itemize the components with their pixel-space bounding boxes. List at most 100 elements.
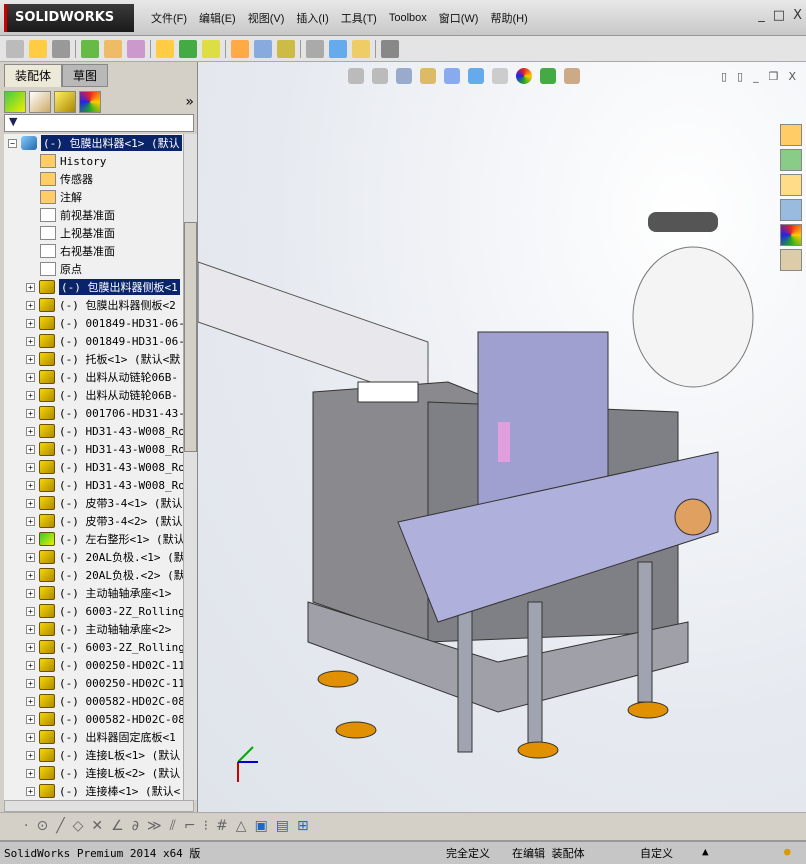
horizontal-scrollbar[interactable]	[4, 800, 194, 812]
tree-component-item[interactable]: (-) 连接棒<1> (默认<	[59, 783, 180, 799]
expand-toggle[interactable]: +	[26, 390, 35, 400]
expand-toggle[interactable]: +	[26, 606, 35, 616]
scroll-thumb[interactable]	[184, 222, 197, 452]
expand-toggle[interactable]: +	[26, 714, 35, 724]
tree-component-item[interactable]: (-) 6003-2Z_Rolling	[59, 605, 184, 618]
tree-component-item[interactable]: (-) 000250-HD02C-11-	[59, 659, 184, 672]
expand-toggle[interactable]: +	[26, 750, 35, 760]
tree-component-item[interactable]: (-) 001849-HD31-06-0	[59, 335, 184, 348]
tree-component-item[interactable]: (-) 连接L板<1> (默认	[59, 747, 180, 763]
expand-toggle[interactable]: +	[26, 660, 35, 670]
expand-toggle[interactable]: +	[26, 336, 35, 346]
toolbar-button-icon[interactable]	[127, 39, 145, 58]
circle-icon[interactable]: ⊙	[36, 818, 48, 834]
point-icon[interactable]: ·	[24, 818, 28, 834]
expand-toggle[interactable]: +	[26, 354, 35, 364]
3d-view-icon[interactable]: ▣	[255, 818, 268, 834]
collapse-toggle[interactable]: −	[8, 138, 17, 148]
property-manager-icon[interactable]	[29, 91, 51, 113]
tree-component-item[interactable]: (-) 20AL负极.<1> (默	[59, 549, 184, 565]
menu-item[interactable]: 编辑(E)	[193, 10, 242, 26]
expand-toggle[interactable]: +	[26, 498, 35, 508]
expand-toggle[interactable]: +	[26, 570, 35, 580]
tile-icon[interactable]: ⊞	[297, 818, 309, 834]
filter-icon[interactable]: ▼	[9, 115, 17, 128]
menu-item[interactable]: 视图(V)	[242, 10, 291, 26]
tree-component-item[interactable]: (-) HD31-43-W008_Rol	[59, 479, 184, 492]
expand-toggle[interactable]: +	[26, 678, 35, 688]
tree-component-item[interactable]: (-) 000582-HD02C-08-	[59, 713, 184, 726]
polygon-icon[interactable]: ◇	[73, 818, 84, 834]
tree-component-item[interactable]: (-) 出料从动链轮06B-	[59, 369, 178, 385]
expand-toggle[interactable]: +	[26, 300, 35, 310]
tab-assembly[interactable]: 装配体	[4, 64, 63, 87]
tree-scrollbar[interactable]	[183, 134, 197, 800]
tree-root-assembly[interactable]: (-) 包膜出料器<1> (默认	[41, 135, 182, 151]
toolbar-button-icon[interactable]	[81, 39, 99, 58]
tree-component-item[interactable]: (-) 左右整形<1> (默认	[59, 531, 184, 547]
expand-toggle[interactable]: +	[26, 588, 35, 598]
tree-component-item[interactable]: (-) HD31-43-W008_Rol	[59, 443, 184, 456]
window-icon[interactable]: ▤	[276, 818, 289, 834]
expand-toggle[interactable]: +	[26, 444, 35, 454]
file-explorer-icon[interactable]	[780, 174, 802, 196]
tree-component-item[interactable]: (-) HD31-43-W008_Rol	[59, 425, 184, 438]
toolbar-button-icon[interactable]	[29, 39, 47, 58]
menu-item[interactable]: 工具(T)	[335, 10, 383, 26]
expand-toggle[interactable]: +	[26, 552, 35, 562]
toolbar-button-icon[interactable]	[231, 39, 249, 58]
expand-toggle[interactable]: +	[26, 372, 35, 382]
extend-icon[interactable]: ≫	[147, 818, 162, 834]
tree-component-item[interactable]: (-) 001849-HD31-06-0	[59, 317, 184, 330]
toolbar-button-icon[interactable]	[6, 39, 24, 58]
appearances-icon[interactable]	[780, 224, 802, 246]
menu-item[interactable]: 插入(I)	[290, 10, 334, 26]
expand-toggle[interactable]: +	[26, 624, 35, 634]
menu-item[interactable]: Toolbox	[383, 12, 433, 24]
tree-component-item[interactable]: (-) 皮带3-4<1> (默认	[59, 495, 182, 511]
units-arrow-icon[interactable]: ▲	[702, 845, 709, 858]
expand-toggle[interactable]: +	[26, 732, 35, 742]
expand-toggle[interactable]: +	[26, 768, 35, 778]
tree-feature-item[interactable]: 传感器	[60, 171, 93, 187]
toolbar-button-icon[interactable]	[381, 39, 399, 58]
expand-toggle[interactable]: +	[26, 516, 35, 526]
line-icon[interactable]: ╱	[56, 818, 64, 834]
configuration-manager-icon[interactable]	[54, 91, 76, 113]
filter-input[interactable]: ▼	[4, 114, 194, 132]
toolbar-button-icon[interactable]	[156, 39, 174, 58]
tree-feature-item[interactable]: History	[60, 155, 106, 168]
tree-component-item[interactable]: (-) 6003-2Z_Rolling	[59, 641, 184, 654]
expand-toggle[interactable]: +	[26, 462, 35, 472]
tree-component-item[interactable]: (-) HD31-43-W008_Rol	[59, 461, 184, 474]
toolbar-button-icon[interactable]	[306, 39, 324, 58]
toolbar-button-icon[interactable]	[52, 39, 70, 58]
tree-component-item[interactable]: (-) 主动轴轴承座<1>	[59, 585, 171, 601]
display-manager-icon[interactable]	[79, 91, 101, 113]
design-library-icon[interactable]	[780, 149, 802, 171]
toolbar-button-icon[interactable]	[352, 39, 370, 58]
tree-feature-item[interactable]: 注解	[60, 189, 82, 205]
feature-manager-icon[interactable]	[4, 91, 26, 113]
expand-toggle[interactable]: +	[26, 318, 35, 328]
dimension-icon[interactable]: ⁝	[204, 818, 208, 834]
expand-toggle[interactable]: +	[26, 408, 35, 418]
expand-panel-button[interactable]: »	[185, 94, 194, 110]
tree-component-item[interactable]: (-) 20AL负极.<2> (默	[59, 567, 184, 583]
toolbar-button-icon[interactable]	[329, 39, 347, 58]
expand-toggle[interactable]: +	[26, 786, 35, 796]
maximize-button[interactable]: □	[773, 8, 785, 23]
tree-feature-item[interactable]: 右视基准面	[60, 243, 115, 259]
toolbar-button-icon[interactable]	[202, 39, 220, 58]
tree-component-item[interactable]: (-) 包膜出料器侧板<1	[59, 279, 180, 295]
units-selector[interactable]: 自定义	[640, 845, 673, 861]
tab-sketch[interactable]: 草图	[62, 64, 109, 87]
grid-icon[interactable]: #	[216, 818, 228, 834]
toolbar-button-icon[interactable]	[179, 39, 197, 58]
menu-item[interactable]: 文件(F)	[145, 10, 193, 26]
tree-feature-item[interactable]: 上视基准面	[60, 225, 115, 241]
tree-feature-item[interactable]: 前视基准面	[60, 207, 115, 223]
tree-component-item[interactable]: (-) 包膜出料器侧板<2	[59, 297, 176, 313]
expand-toggle[interactable]: +	[26, 696, 35, 706]
angle-icon[interactable]: ∠	[111, 818, 124, 834]
